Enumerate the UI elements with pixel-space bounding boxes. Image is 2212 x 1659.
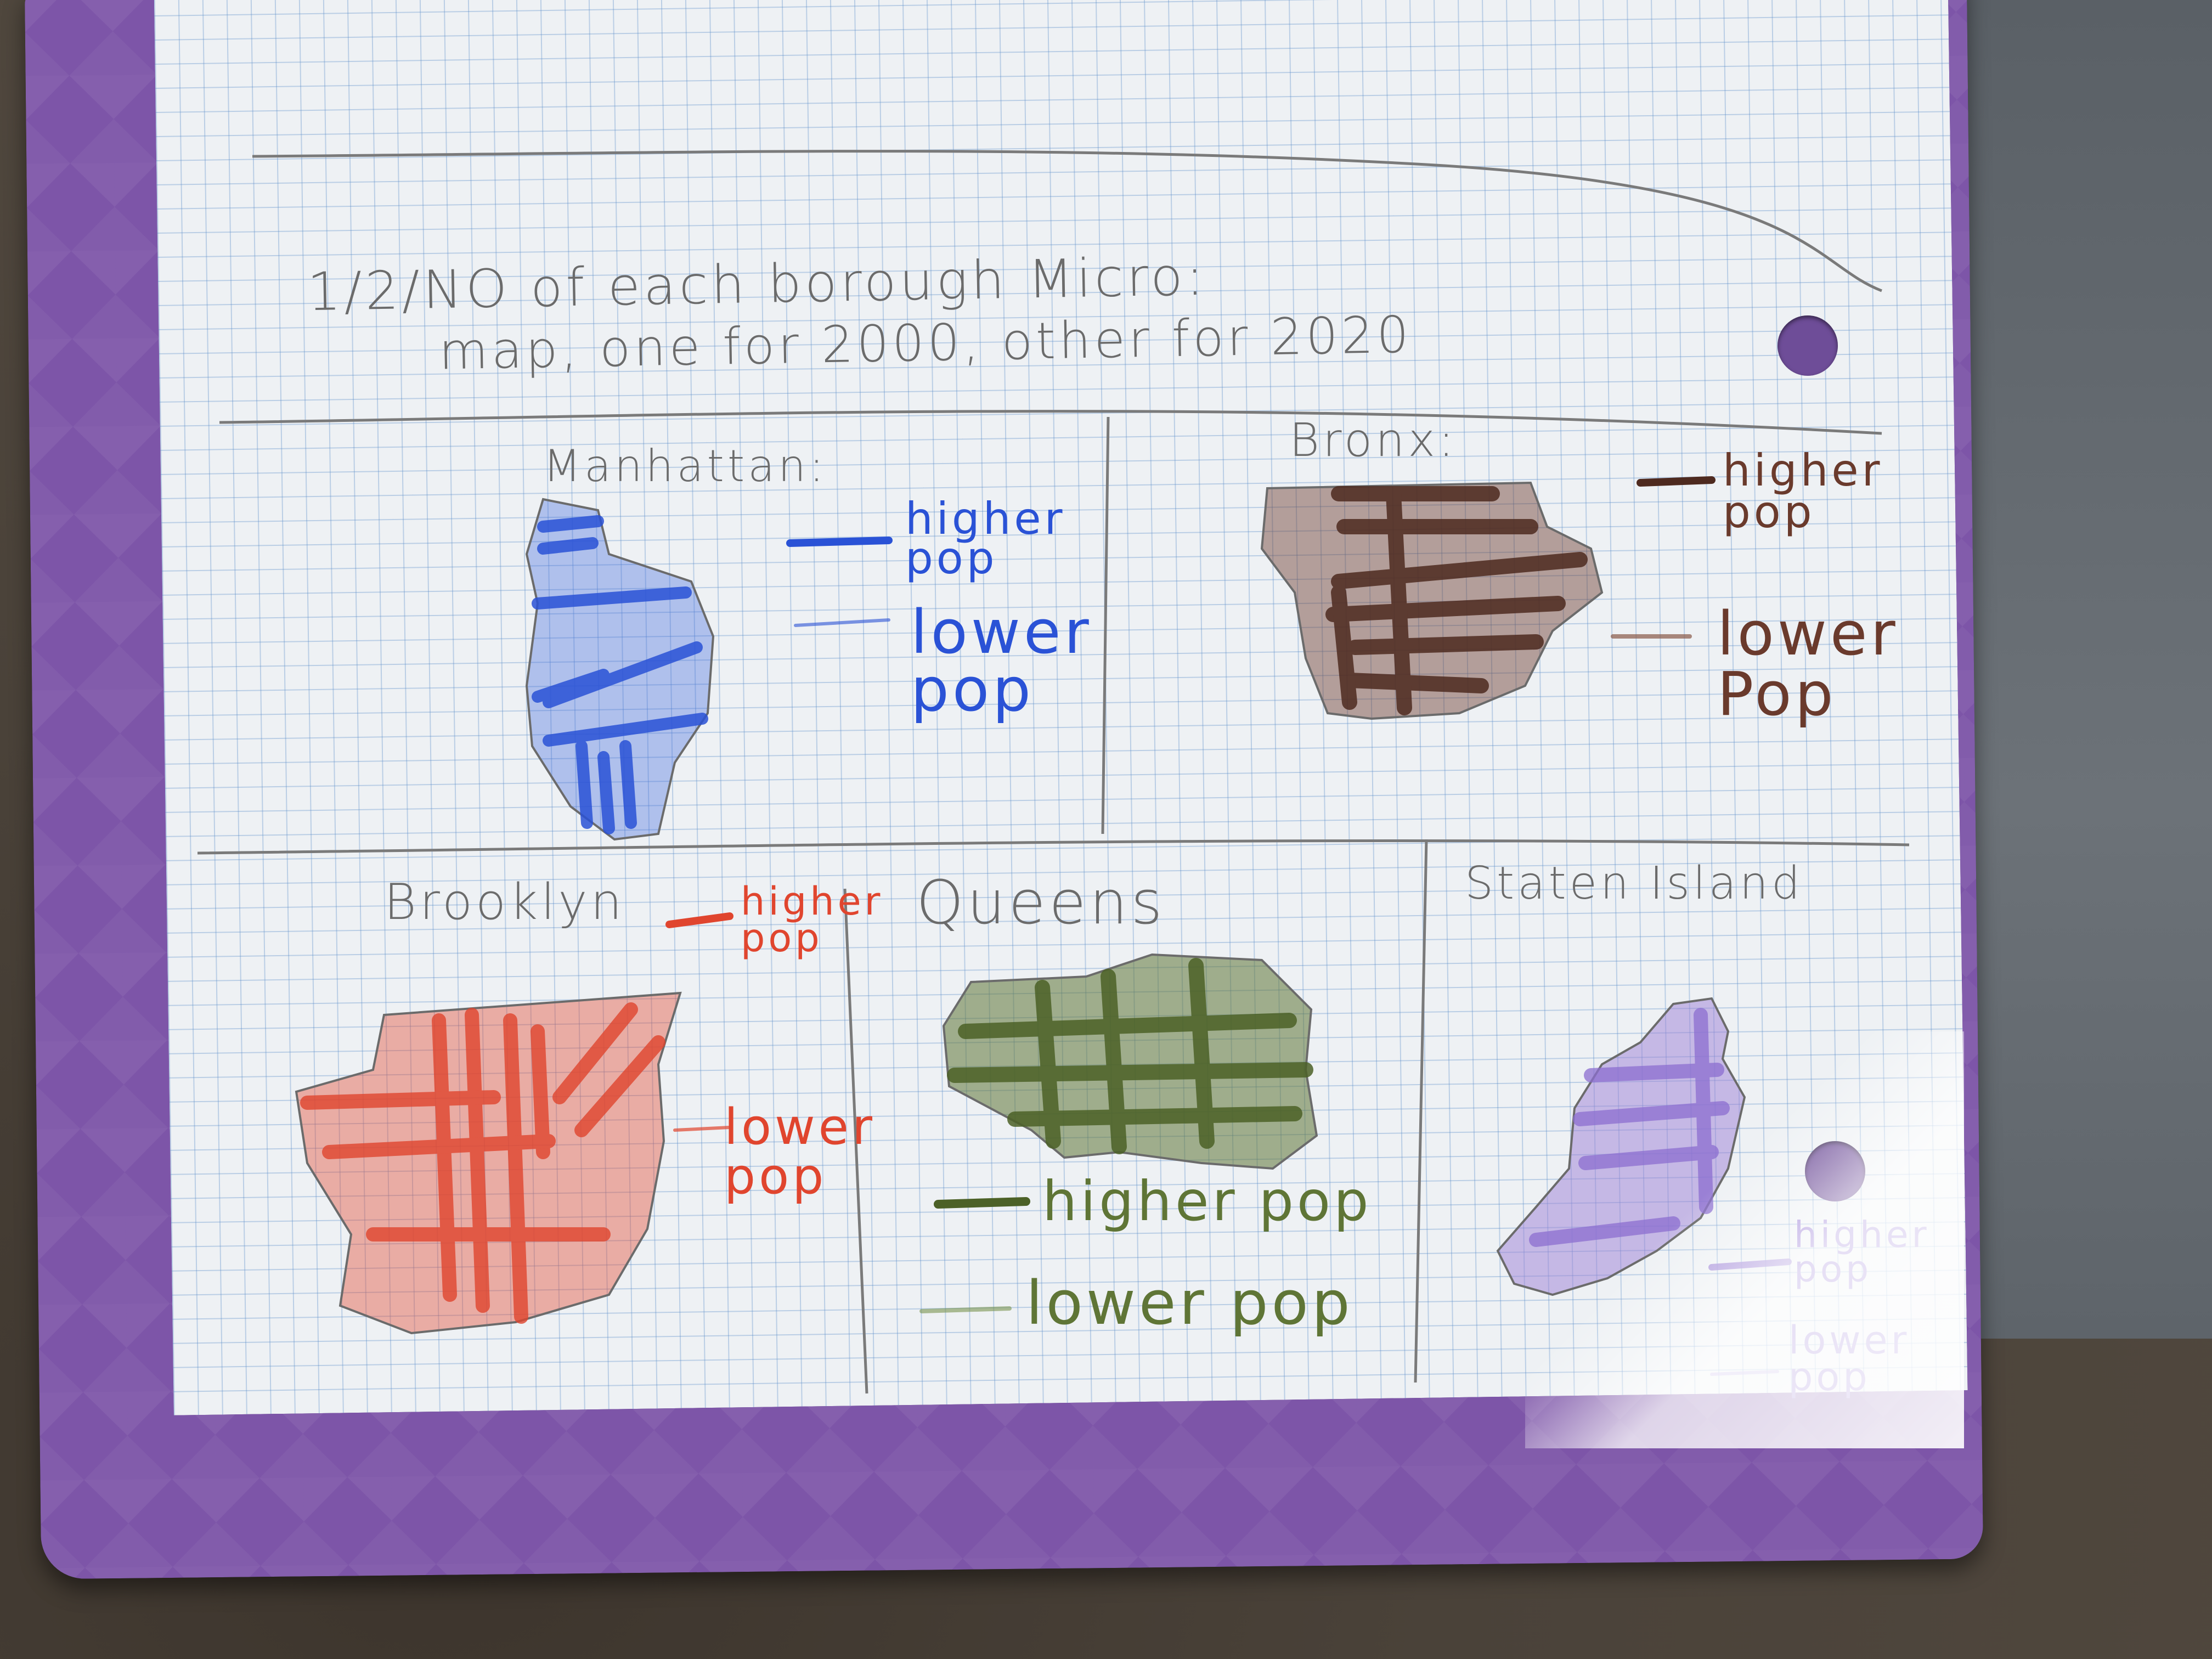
brooklyn-higher-label: higher pop [741, 879, 884, 961]
manhattan-lower-label: lower pop [911, 597, 1092, 725]
bronx-lower-label: lower Pop [1717, 599, 1899, 729]
manhattan-legend-low [794, 618, 890, 627]
brooklyn-lower-label: lower pop [724, 1098, 876, 1205]
manhattan-title: Manhattan: [543, 441, 827, 492]
staten-legend-high [1708, 1259, 1792, 1271]
header-note-line1: 1/2/NO of each borough Micro: [307, 245, 1207, 323]
queens-legend-high [934, 1197, 1030, 1209]
photo-scene: 1/2/NO of each borough Micro: map, one f… [0, 0, 2212, 1659]
queens-legend-low [919, 1306, 1012, 1313]
manhattan-legend-high [786, 537, 893, 547]
bronx-higher-label: higher pop [1723, 445, 1883, 538]
staten-island-lower-label: lower pop [1788, 1318, 1910, 1400]
brooklyn-legend-low [673, 1126, 731, 1132]
staten-legend-low [1710, 1370, 1779, 1376]
queens-shape [942, 953, 1318, 1170]
manhattan-higher-label: higher pop [905, 493, 1066, 584]
divider-vertical-right [1414, 839, 1428, 1383]
bronx-title: Bronx: [1289, 413, 1458, 467]
staten-island-higher-label: higher pop [1794, 1214, 1930, 1290]
staten-island-title: Staten Island [1465, 857, 1804, 910]
bronx-legend-high [1637, 476, 1716, 487]
queens-lower-label: lower pop [1026, 1268, 1353, 1338]
divider-header [219, 410, 1882, 435]
brooklyn-legend-high [665, 912, 733, 928]
divider-middle [197, 839, 1910, 855]
queens-title: Queens [916, 867, 1166, 938]
queens-higher-label: higher pop [1042, 1169, 1372, 1233]
brooklyn-title: Brooklyn [384, 873, 625, 931]
